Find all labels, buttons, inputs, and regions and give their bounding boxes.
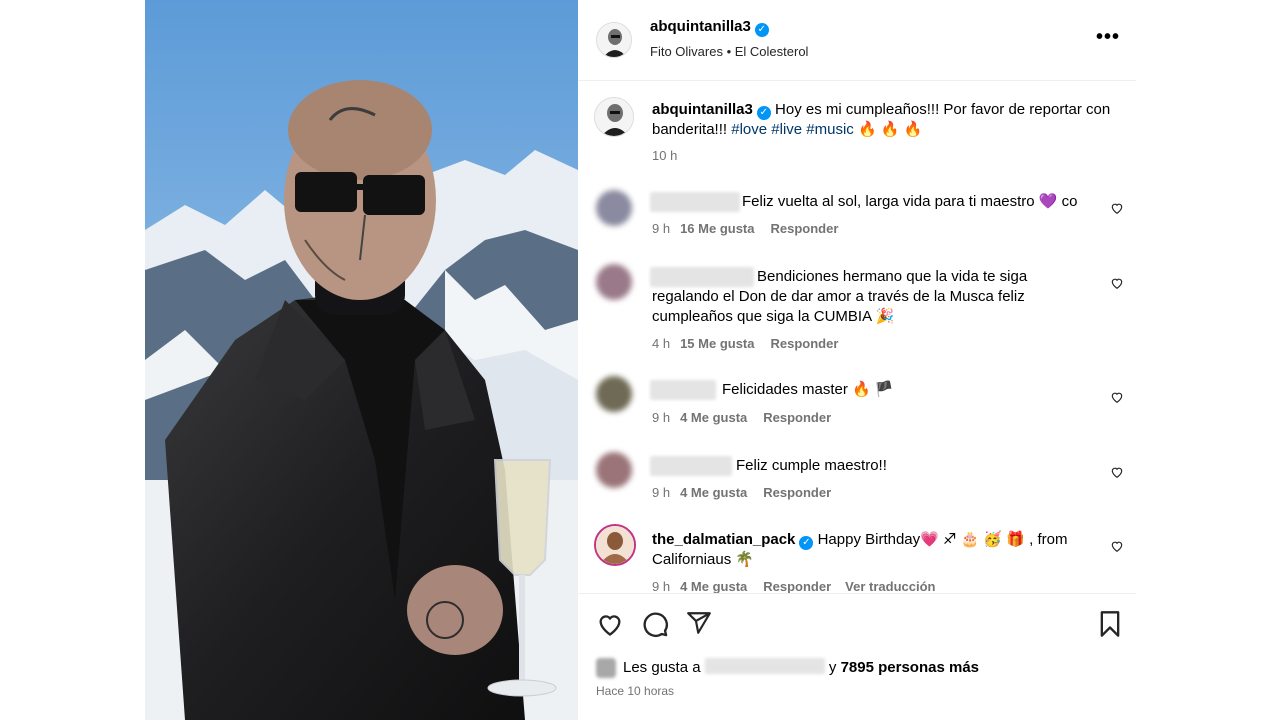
- caption-emoji: 🔥 🔥 🔥: [857, 121, 923, 138]
- commenter-avatar[interactable]: [596, 264, 632, 300]
- comment-text: Feliz vuelta al sol, larga vida para ti …: [742, 193, 1078, 210]
- reply-button[interactable]: Responder: [771, 221, 839, 236]
- post-photo[interactable]: [145, 0, 578, 720]
- post-time-ago: Hace 10 horas: [596, 684, 675, 698]
- liker-avatar[interactable]: [596, 658, 616, 678]
- commenter-avatar[interactable]: [596, 190, 632, 226]
- comment-time: 9 h: [652, 410, 671, 425]
- comment-meta: 9 h 16 Me gusta Responder: [652, 221, 852, 236]
- likes-count[interactable]: 7895 personas más: [841, 659, 979, 676]
- post-caption: abquintanilla3 ✓ Hoy es mi cumpleaños!!! …: [652, 100, 1112, 140]
- share-icon[interactable]: [686, 610, 712, 636]
- like-heart-icon[interactable]: [596, 610, 624, 638]
- comment-meta: 9 h 4 Me gusta Responder: [652, 485, 845, 500]
- hidden-username: [650, 192, 740, 212]
- caption-username[interactable]: abquintanilla3: [652, 101, 753, 118]
- heart-icon[interactable]: [1110, 201, 1124, 215]
- caption-time: 10 h: [652, 148, 678, 163]
- hashtag-live[interactable]: #live: [771, 121, 802, 138]
- heart-icon[interactable]: [1110, 276, 1124, 290]
- comment-likes[interactable]: 16 Me gusta: [680, 221, 754, 236]
- heart-icon[interactable]: [1110, 390, 1124, 404]
- author-avatar[interactable]: [596, 22, 632, 58]
- comment-likes[interactable]: 4 Me gusta: [680, 410, 747, 425]
- comment-time: 9 h: [652, 579, 671, 594]
- hidden-liker-name: [704, 658, 825, 674]
- caption-author-avatar[interactable]: [594, 97, 634, 137]
- reply-button[interactable]: Responder: [771, 336, 839, 351]
- comment-meta: 9 h 4 Me gusta Responder Ver traducción: [652, 579, 949, 594]
- hashtag-love[interactable]: #love: [731, 121, 767, 138]
- comment-likes[interactable]: 4 Me gusta: [680, 485, 747, 500]
- commenter-avatar[interactable]: [596, 452, 632, 488]
- author-name[interactable]: abquintanilla3 ✓: [650, 18, 769, 37]
- comment-meta: 9 h 4 Me gusta Responder: [652, 410, 845, 425]
- comment-text: Feliz cumple maestro!!: [736, 457, 887, 474]
- reply-button[interactable]: Responder: [763, 485, 831, 500]
- more-options-icon[interactable]: •••: [1096, 26, 1120, 49]
- likes-prefix: Les gusta a: [623, 659, 701, 676]
- comment-icon[interactable]: [641, 610, 669, 638]
- commenter-avatar[interactable]: [596, 376, 632, 412]
- commenter-username[interactable]: the_dalmatian_pack: [652, 531, 795, 548]
- verified-badge-icon: ✓: [756, 106, 771, 120]
- bookmark-icon[interactable]: [1098, 610, 1122, 638]
- dalmatian-avatar[interactable]: [594, 524, 636, 566]
- comment-text: Bendiciones hermano que la vida te siga …: [652, 268, 1028, 325]
- comment-time: 9 h: [652, 221, 671, 236]
- instagram-post-modal: abquintanilla3 ✓ Fito Olivares • El Coles…: [0, 0, 1280, 720]
- heart-icon[interactable]: [1110, 465, 1124, 479]
- comment-meta: 4 h 15 Me gusta Responder: [652, 336, 852, 351]
- reply-button[interactable]: Responder: [763, 410, 831, 425]
- post-side-panel: abquintanilla3 ✓ Fito Olivares • El Coles…: [578, 0, 1136, 720]
- comment-likes[interactable]: 15 Me gusta: [680, 336, 754, 351]
- translate-button[interactable]: Ver traducción: [845, 579, 935, 594]
- reply-button[interactable]: Responder: [763, 579, 831, 594]
- comment-time: 4 h: [652, 336, 671, 351]
- heart-icon[interactable]: [1110, 539, 1124, 553]
- comment-time: 9 h: [652, 485, 671, 500]
- hashtag-music[interactable]: #music: [806, 121, 854, 138]
- likes-conjunction: y: [828, 659, 837, 676]
- music-info[interactable]: Fito Olivares • El Colesterol: [650, 44, 808, 59]
- comment-text: Felicidades master 🔥 🏴: [722, 381, 894, 398]
- verified-badge-icon: ✓: [754, 23, 769, 37]
- comment-likes[interactable]: 4 Me gusta: [680, 579, 747, 594]
- comment-text-dalmatian: the_dalmatian_pack ✓ Happy Birthday💗 ♐ 🎂 …: [652, 530, 1092, 570]
- hidden-username: [650, 380, 716, 400]
- hidden-username: [650, 456, 732, 476]
- action-bar: Les gusta a y 7895 personas más Hace 10 …: [578, 593, 1136, 720]
- verified-badge-icon: ✓: [799, 536, 814, 550]
- post-header: abquintanilla3 ✓ Fito Olivares • El Coles…: [578, 0, 1136, 81]
- likes-summary[interactable]: Les gusta a y 7895 personas más: [623, 658, 979, 678]
